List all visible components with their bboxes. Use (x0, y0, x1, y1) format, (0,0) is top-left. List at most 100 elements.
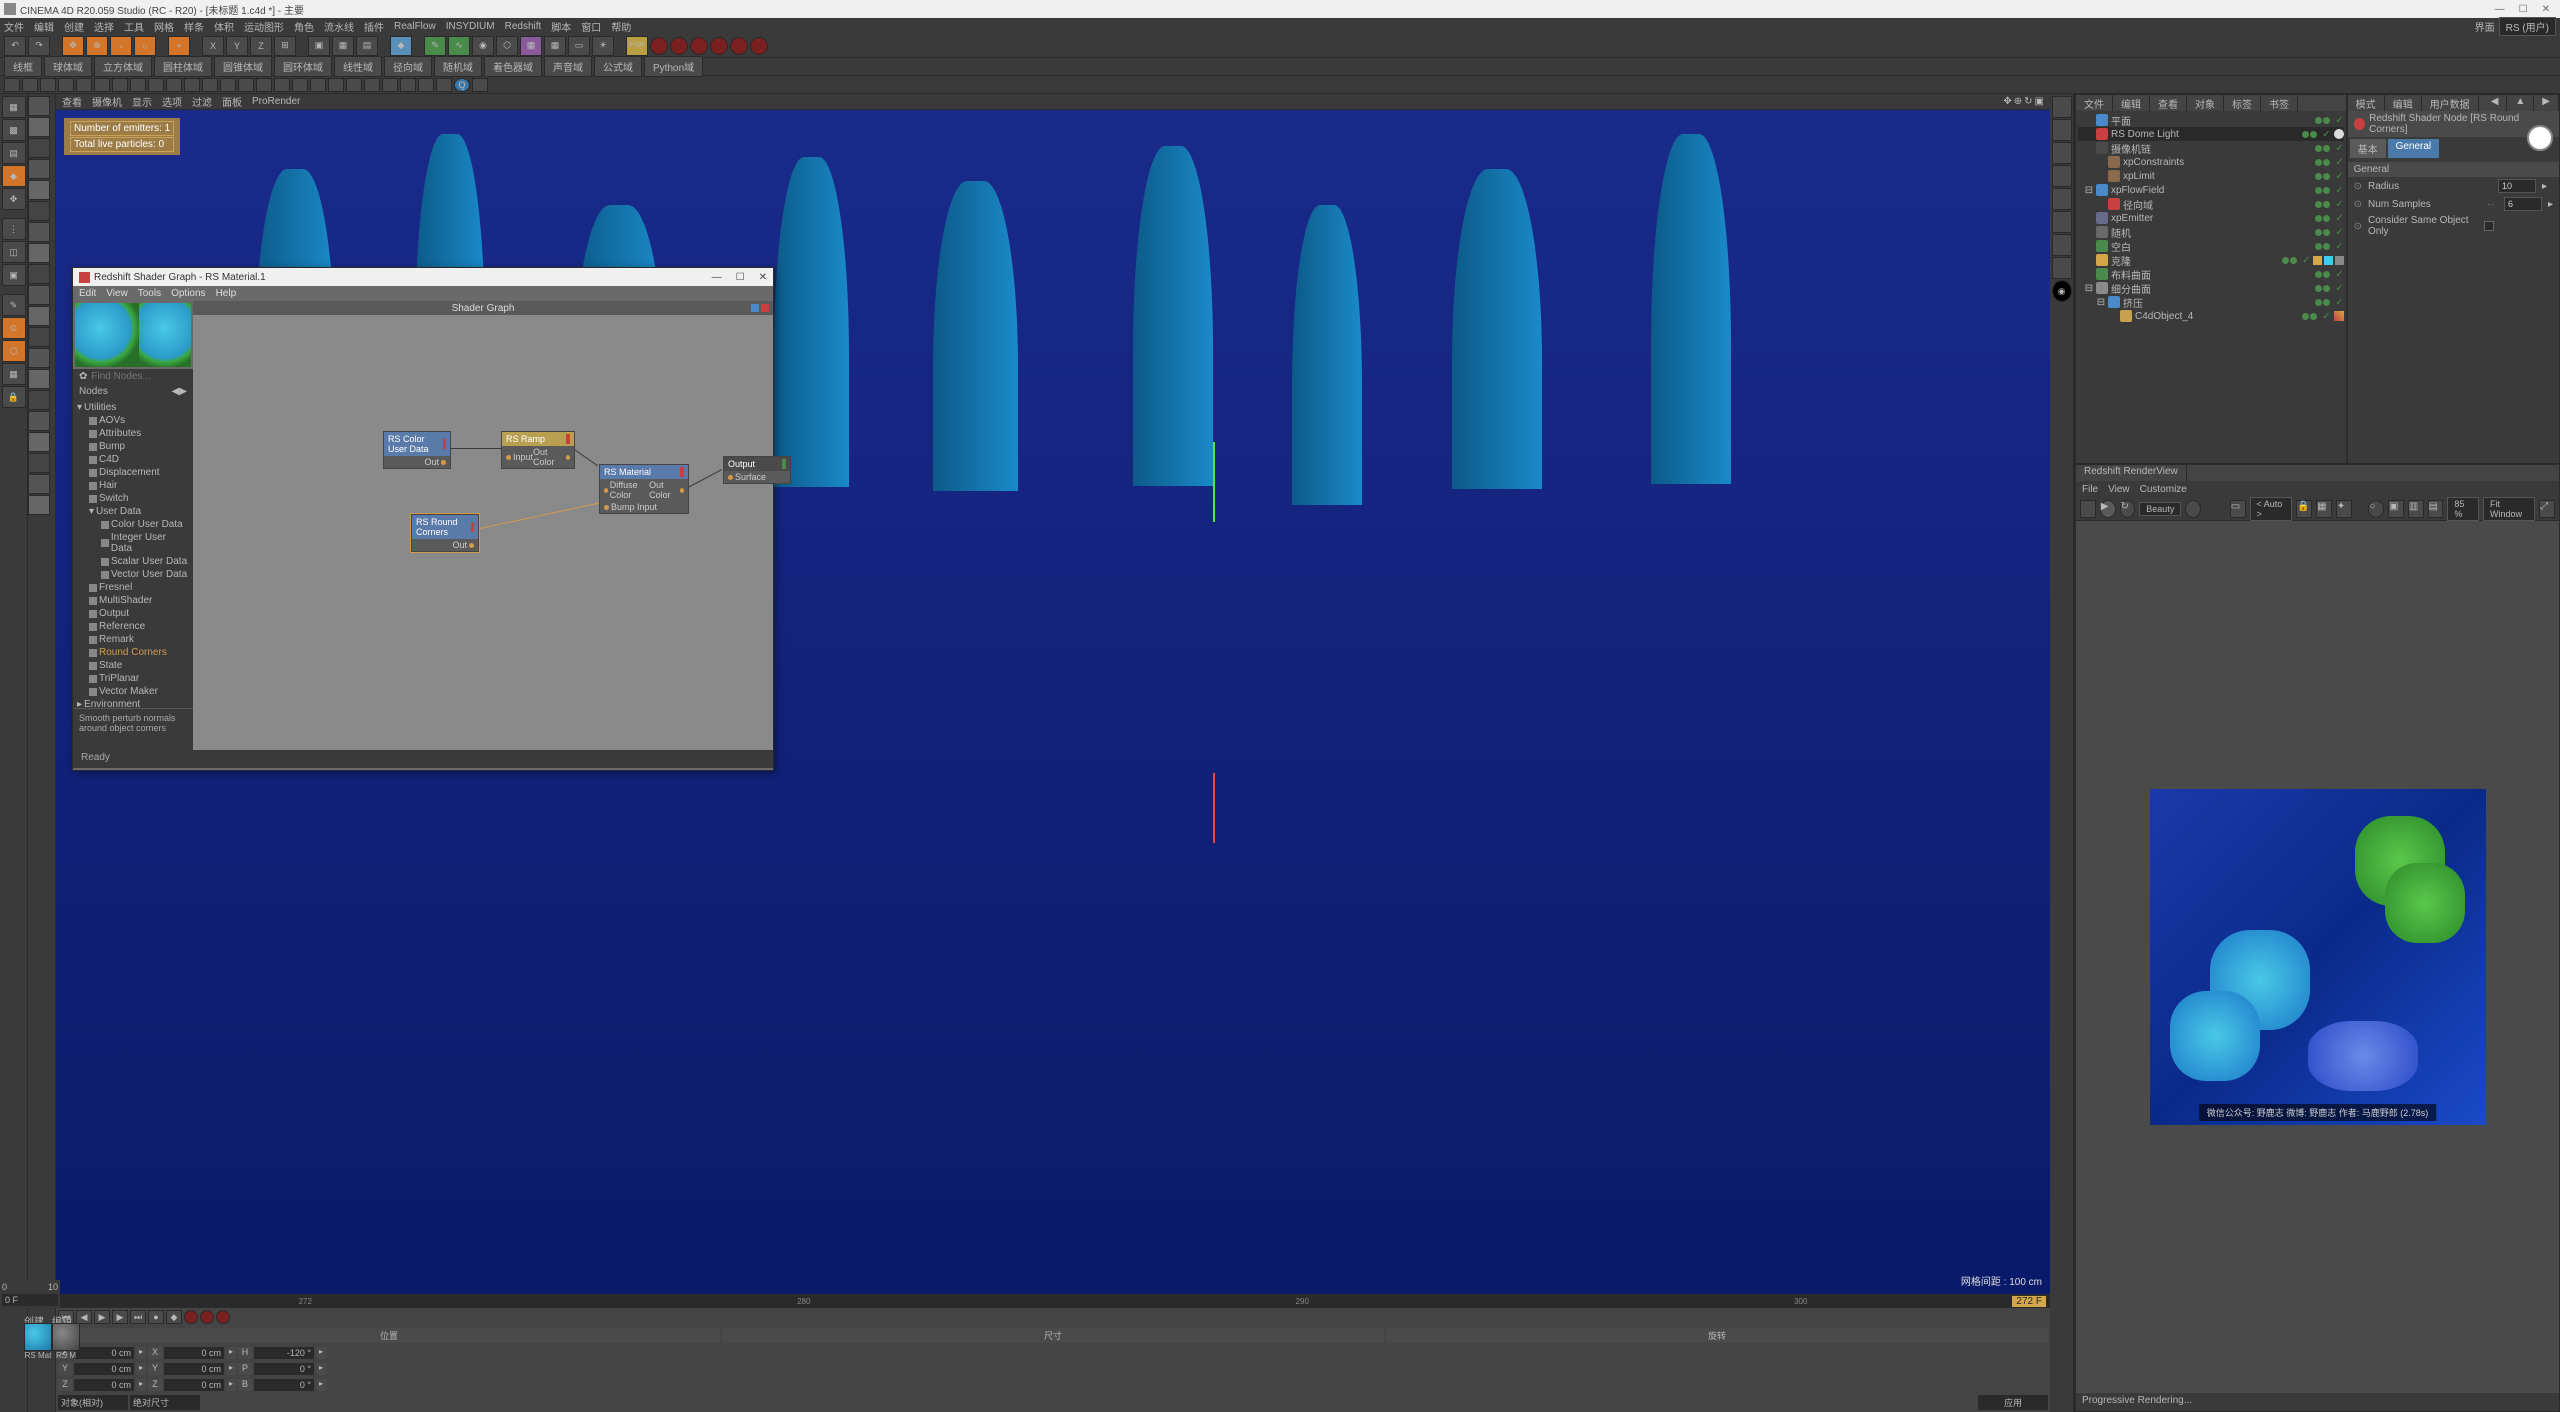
tex-1[interactable] (28, 96, 50, 116)
coord-value-input[interactable]: 0 cm (74, 1363, 134, 1375)
shader-tree-item[interactable]: Output (75, 607, 191, 620)
sw-nodes-prev-icon[interactable]: ◀ (172, 386, 180, 397)
vpr-8[interactable] (2052, 257, 2072, 279)
obj-tab-tags[interactable]: 标签 (2224, 95, 2261, 111)
menu-redshift[interactable]: Redshift (505, 21, 542, 32)
history-clock-icon[interactable] (2527, 125, 2553, 151)
object-enable-icon[interactable]: ✓ (2335, 171, 2343, 182)
sw-menu-tools[interactable]: Tools (138, 288, 161, 299)
rv-lock2-icon[interactable]: 🔒 (2296, 500, 2312, 518)
coord-spinner-icon[interactable]: ▸ (136, 1363, 146, 1375)
vpr-4[interactable] (2052, 165, 2072, 187)
tree-expand-icon[interactable]: ▾ (89, 506, 94, 517)
mode-snap-icon[interactable]: ⬡ (2, 340, 26, 362)
vp-rotate-icon[interactable]: ↻ (2024, 96, 2032, 107)
object-enable-icon[interactable]: ✓ (2335, 115, 2343, 126)
obj-tab-view[interactable]: 查看 (2150, 95, 2187, 111)
tl-r2-icon[interactable] (200, 1310, 214, 1324)
object-vis-dots[interactable] (2302, 131, 2319, 138)
tex-13[interactable] (28, 348, 50, 368)
redo-icon[interactable]: ↷ (28, 36, 50, 56)
rv-snap-c-icon[interactable]: ▤ (2428, 500, 2444, 518)
tex-4[interactable] (28, 159, 50, 179)
tex-17[interactable] (28, 432, 50, 452)
mt-5[interactable] (76, 78, 92, 92)
move-tool-icon[interactable]: ⊕ (86, 36, 108, 56)
object-vis-dots[interactable] (2315, 173, 2332, 180)
mt-3[interactable] (40, 78, 56, 92)
shader-tree-item[interactable]: Vector User Data (75, 568, 191, 581)
mt-19[interactable] (328, 78, 344, 92)
field-torus[interactable]: 圆环体域 (274, 56, 332, 77)
object-vis-dots[interactable] (2315, 187, 2332, 194)
rotate-tool-icon[interactable]: ○ (134, 36, 156, 56)
vpr-6[interactable] (2052, 211, 2072, 233)
field-random[interactable]: 随机域 (434, 56, 482, 77)
key-p-icon[interactable] (690, 37, 708, 55)
sw-node-tree[interactable]: ▾UtilitiesAOVsAttributesBumpC4DDisplacem… (73, 399, 193, 708)
object-row[interactable]: xpLimit✓ (2078, 169, 2344, 183)
vp-prorender[interactable]: ProRender (252, 96, 300, 107)
mat-thumb-1[interactable] (24, 1323, 52, 1351)
object-enable-icon[interactable]: ✓ (2322, 311, 2330, 322)
object-enable-icon[interactable]: ✓ (2302, 255, 2310, 266)
tex-18[interactable] (28, 453, 50, 473)
psr-icon[interactable]: PSR (626, 36, 648, 56)
vp-camera[interactable]: 摄像机 (92, 94, 122, 109)
mt-25[interactable] (436, 78, 452, 92)
vpr-2[interactable] (2052, 119, 2072, 141)
node-round-corners[interactable]: RS Round Corners Out (411, 514, 479, 552)
coord-value-input[interactable]: 0 cm (164, 1379, 224, 1391)
attr-consider-checkbox[interactable] (2484, 221, 2494, 231)
field-cone[interactable]: 圆锥体域 (214, 56, 272, 77)
object-enable-icon[interactable]: ✓ (2335, 185, 2343, 196)
scale-val[interactable]: 0 F (2, 1294, 58, 1306)
menu-character[interactable]: 角色 (294, 19, 314, 34)
render-region-icon[interactable]: ▦ (332, 36, 354, 56)
tl-play-icon[interactable]: ▶ (94, 1310, 110, 1324)
vpr-7[interactable] (2052, 234, 2072, 256)
attr-nav-prev-icon[interactable]: ◀ (2483, 95, 2508, 111)
mode-edges-icon[interactable]: ◫ (2, 241, 26, 263)
coord-value-input[interactable]: 0 cm (164, 1347, 224, 1359)
mt-24[interactable] (418, 78, 434, 92)
object-row[interactable]: 径向域✓ (2078, 197, 2344, 211)
nurbs-icon[interactable]: ◉ (472, 36, 494, 56)
attr-tab-basic[interactable]: 基本 (2350, 139, 2386, 158)
object-enable-icon[interactable]: ✓ (2335, 297, 2343, 308)
tex-5[interactable] (28, 180, 50, 200)
rv-expand-icon[interactable]: ⤢ (2539, 500, 2555, 518)
deformer-icon[interactable]: ▦ (520, 36, 542, 56)
obj-tab-file[interactable]: 文件 (2076, 95, 2113, 111)
object-vis-dots[interactable] (2315, 159, 2332, 166)
rv-sample-icon[interactable] (2185, 500, 2201, 518)
object-tag-icon[interactable] (2313, 256, 2322, 265)
object-row[interactable]: 布料曲面✓ (2078, 267, 2344, 281)
attr-samples-spin-icon[interactable]: ▸ (2548, 199, 2553, 210)
attr-samples-input[interactable] (2504, 197, 2542, 211)
mat-thumb-2[interactable] (52, 1323, 80, 1351)
obj-tab-edit[interactable]: 编辑 (2113, 95, 2150, 111)
tree-expand-icon[interactable]: ▾ (77, 402, 82, 413)
menu-edit[interactable]: 编辑 (34, 19, 54, 34)
object-vis-dots[interactable] (2302, 313, 2319, 320)
sw-menu-help[interactable]: Help (216, 288, 237, 299)
mt-2[interactable] (22, 78, 38, 92)
coord-spinner-icon[interactable]: ▸ (316, 1379, 326, 1391)
rv-circle-icon[interactable]: ○ (2368, 500, 2384, 518)
object-row[interactable]: 平面✓ (2078, 113, 2344, 127)
mt-12[interactable] (202, 78, 218, 92)
shader-tree-item[interactable]: AOVs (75, 414, 191, 427)
object-row[interactable]: RS Dome Light✓ (2078, 127, 2344, 141)
undo-icon[interactable]: ↶ (4, 36, 26, 56)
mt-14[interactable] (238, 78, 254, 92)
light-icon[interactable]: ☀ (592, 36, 614, 56)
object-row[interactable]: ⊟xpFlowField✓ (2078, 183, 2344, 197)
obj-tab-bookmarks[interactable]: 书签 (2261, 95, 2298, 111)
menu-select[interactable]: 选择 (94, 19, 114, 34)
tex-20[interactable] (28, 495, 50, 515)
object-row[interactable]: ⊟细分曲面✓ (2078, 281, 2344, 295)
sw-nodes-next-icon[interactable]: ▶ (179, 386, 187, 397)
vp-zoom-icon[interactable]: ⊕ (2014, 96, 2022, 107)
mode-model-icon[interactable]: ▦ (2, 96, 26, 118)
